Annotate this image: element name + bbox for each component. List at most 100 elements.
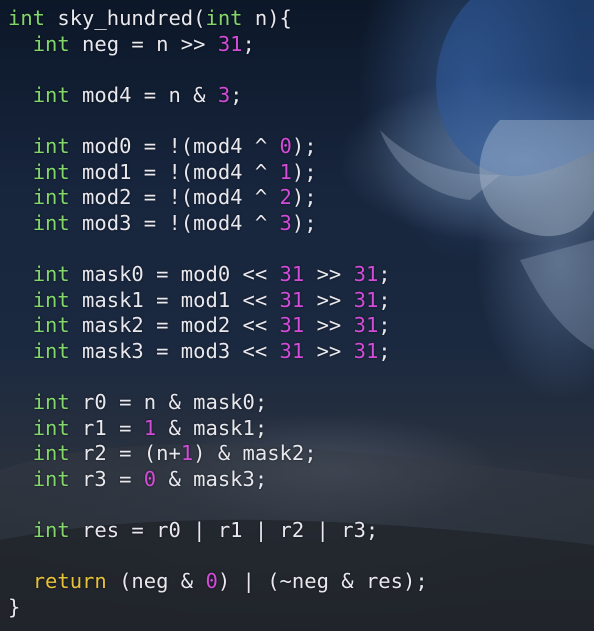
code-line: } [8,595,428,621]
code-line: int mask0 = mod0 << 31 >> 31; [8,262,428,288]
number-token: 0 [205,569,218,594]
code-text-token: ; [230,82,243,107]
keyword-token: int [32,159,70,184]
code-text-token: mod0 = !(mod4 ^ [69,133,280,158]
keyword-token: int [32,415,70,440]
number-token: 1 [180,441,194,466]
code-text-token: r3 = [69,466,144,491]
keyword-token: int [205,6,243,30]
number-token: 2 [279,185,292,210]
keyword-token: int [32,185,70,210]
keyword-token: int [32,261,70,286]
code-line: int neg = n >> 31; [8,32,428,58]
code-text-token: sky_hundred( [45,6,206,30]
keyword-token: int [32,389,70,414]
code-text-token: mask3 = mod3 << [69,338,280,363]
code-line: int res = r0 | r1 | r2 | r3; [8,518,428,544]
code-text-token: mask0 = mod0 << [69,261,280,286]
keyword-token: int [32,517,70,542]
code-text-token: ); [291,159,317,184]
code-line: int mod3 = !(mod4 ^ 3); [8,211,428,237]
code-text-token: >> [304,338,354,363]
code-line: int r3 = 0 & mask3; [8,467,428,493]
keyword-token: int [32,133,70,158]
code-text-token: ) | (~neg & res); [217,569,428,594]
code-line: int mod1 = !(mod4 ^ 1); [8,160,428,186]
number-token: 1 [279,159,292,184]
code-text-token: ); [291,133,317,158]
code-text-token: ) & mask2; [193,441,317,466]
keyword-token: int [32,338,70,363]
code-text-token: r0 = n & mask0; [69,389,268,414]
code-text-token: } [8,594,21,619]
number-token: 31 [279,287,305,312]
number-token: 31 [353,287,379,312]
code-text-token: mod1 = !(mod4 ^ [69,159,280,184]
code-text-token: ); [291,210,317,235]
code-text-token: ; [242,31,255,56]
number-token: 31 [353,338,379,363]
number-token: 3 [217,82,231,107]
keyword-token: int [32,313,70,338]
return-keyword-token: return [32,569,107,594]
number-token: 0 [143,466,157,491]
code-line: int sky_hundred(int n){ [8,6,428,32]
code-text-token: mask2 = mod2 << [69,313,280,338]
code-text-token: >> [304,261,354,286]
keyword-token: int [32,210,70,235]
code-line: int mask1 = mod1 << 31 >> 31; [8,288,428,314]
code-text-token: mod3 = !(mod4 ^ [69,210,280,235]
code-text-token: ; [378,313,391,338]
code-text-token: mod4 = n & [69,82,218,107]
number-token: 31 [279,261,305,286]
code-text-token: neg = n >> [69,31,218,56]
number-token: 31 [217,31,243,56]
number-token: 31 [353,313,379,338]
number-token: 0 [279,133,292,158]
code-line: int mask3 = mod3 << 31 >> 31; [8,339,428,365]
number-token: 31 [279,338,305,363]
code-text-token: mod2 = !(mod4 ^ [69,185,280,210]
code-line: int r0 = n & mask0; [8,390,428,416]
keyword-token: int [32,441,70,466]
code-editor[interactable]: int sky_hundred(int n){ int neg = n >> 3… [0,0,594,631]
number-token: 31 [353,261,379,286]
keyword-token: int [32,466,70,491]
code-text-token: >> [304,313,354,338]
code-area[interactable]: int sky_hundred(int n){ int neg = n >> 3… [8,6,428,620]
code-line: int mask2 = mod2 << 31 >> 31; [8,313,428,339]
code-line: int mod4 = n & 3; [8,83,428,109]
code-text-token: n){ [242,6,292,30]
code-line: int mod2 = !(mod4 ^ 2); [8,185,428,211]
keyword-token: int [32,31,70,56]
number-token: 1 [143,415,157,440]
code-text-token: ; [378,261,391,286]
code-text-token: ; [378,338,391,363]
code-text-token: & mask1; [156,415,268,440]
code-line: int mod0 = !(mod4 ^ 0); [8,134,428,160]
code-text-token: ); [291,185,317,210]
code-text-token: & mask3; [156,466,268,491]
code-line: return (neg & 0) | (~neg & res); [8,569,428,595]
code-text-token: res = r0 | r1 | r2 | r3; [69,517,379,542]
code-text-token: >> [304,287,354,312]
code-text-token: r1 = [69,415,144,440]
code-text-token: (neg & [106,569,206,594]
